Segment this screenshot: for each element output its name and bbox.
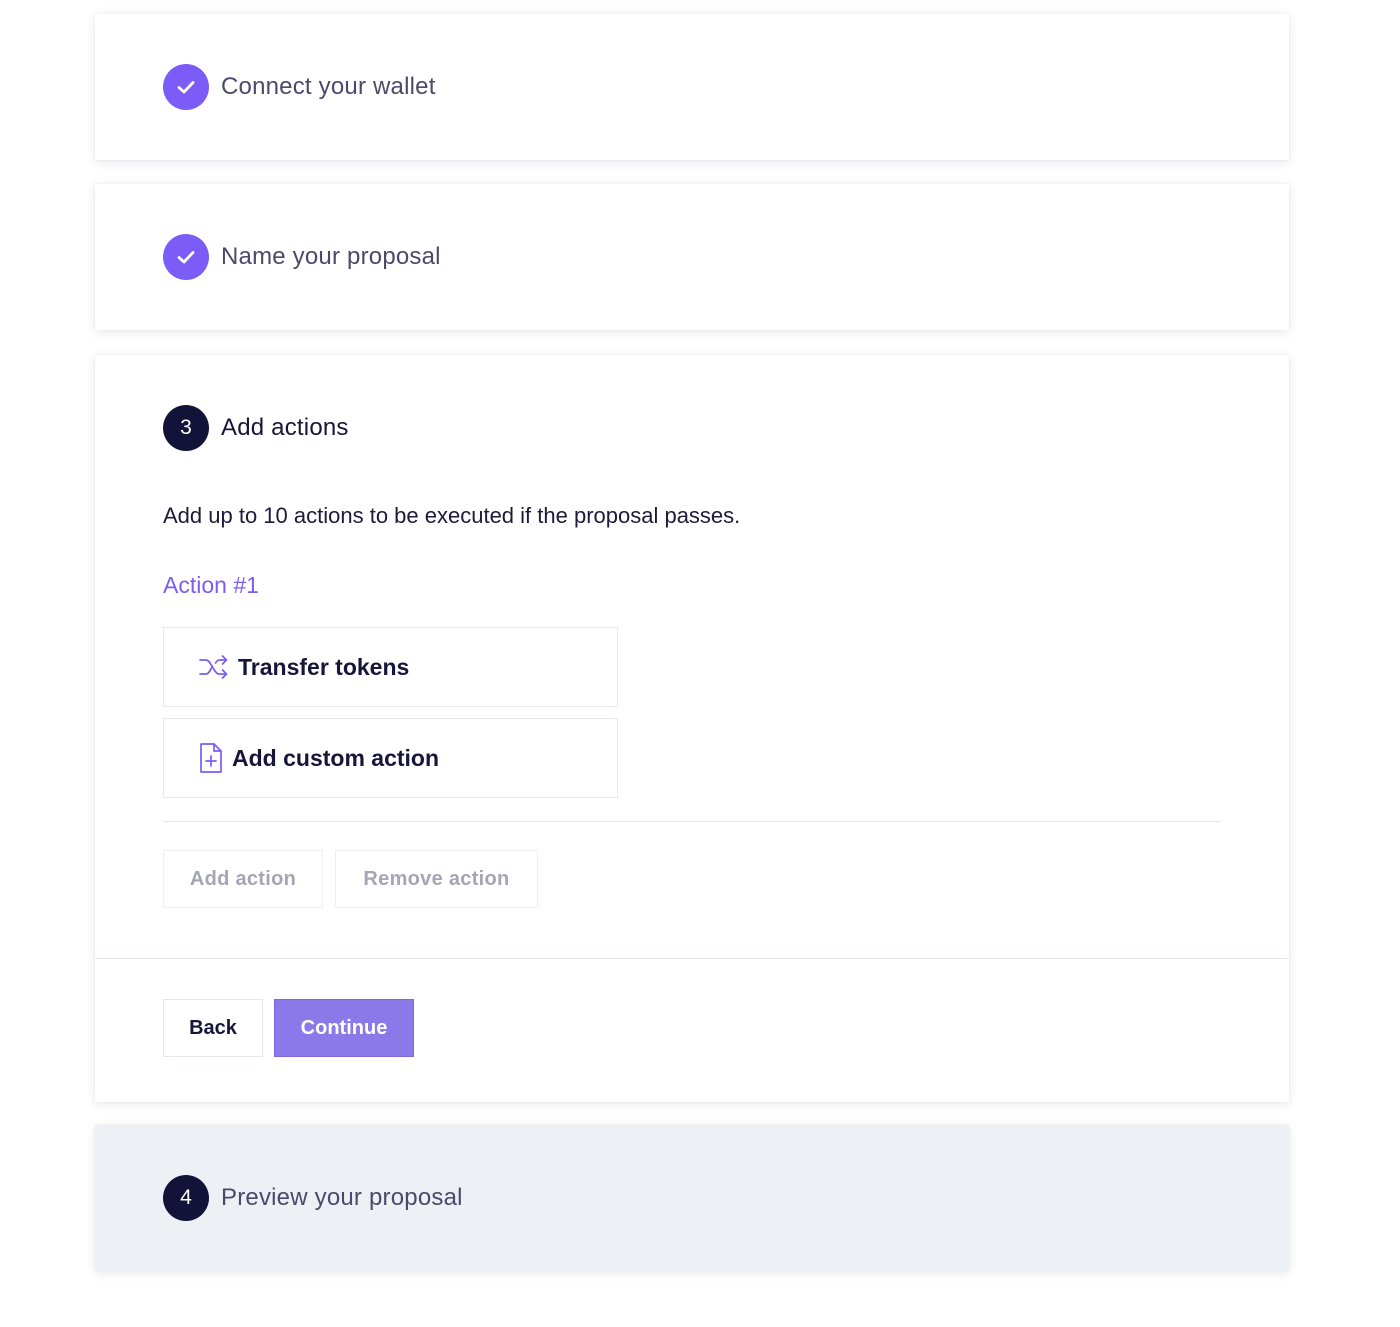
step-number-badge: 3 (163, 405, 209, 451)
check-circle-icon (163, 234, 209, 280)
step-title: Preview your proposal (221, 1184, 463, 1211)
step-header: 3 Add actions (163, 405, 349, 451)
remove-action-button[interactable]: Remove action (335, 850, 538, 908)
add-custom-action-option[interactable]: Add custom action (163, 718, 618, 798)
step-description: Add up to 10 actions to be executed if t… (163, 503, 741, 528)
transfer-tokens-option[interactable]: Transfer tokens (163, 627, 618, 707)
action-number-label: Action #1 (163, 572, 259, 598)
proposal-wizard: Connect your wallet Name your proposal 3… (0, 0, 1400, 1327)
step-header: Name your proposal (163, 234, 441, 280)
step-title: Connect your wallet (221, 73, 436, 100)
step-header: 4 Preview your proposal (163, 1175, 463, 1221)
option-label: Transfer tokens (238, 653, 410, 680)
step-header: Connect your wallet (163, 64, 436, 110)
step-card-add-actions: 3 Add actions Add up to 10 actions to be… (95, 355, 1289, 1102)
divider (163, 821, 1221, 822)
option-label: Add custom action (232, 744, 440, 771)
shuffle-arrows-icon (198, 653, 230, 681)
step-card-preview-proposal: 4 Preview your proposal (95, 1125, 1289, 1271)
step-number-badge: 4 (163, 1175, 209, 1221)
continue-button[interactable]: Continue (274, 999, 414, 1057)
footer-divider (95, 958, 1289, 959)
back-button[interactable]: Back (163, 999, 263, 1057)
step-card-name-proposal[interactable]: Name your proposal (95, 184, 1289, 330)
step-title: Add actions (221, 414, 349, 441)
step-card-connect-wallet[interactable]: Connect your wallet (95, 14, 1289, 160)
add-action-button[interactable]: Add action (163, 850, 323, 908)
file-plus-icon (198, 742, 224, 774)
check-circle-icon (163, 64, 209, 110)
step-title: Name your proposal (221, 243, 441, 270)
